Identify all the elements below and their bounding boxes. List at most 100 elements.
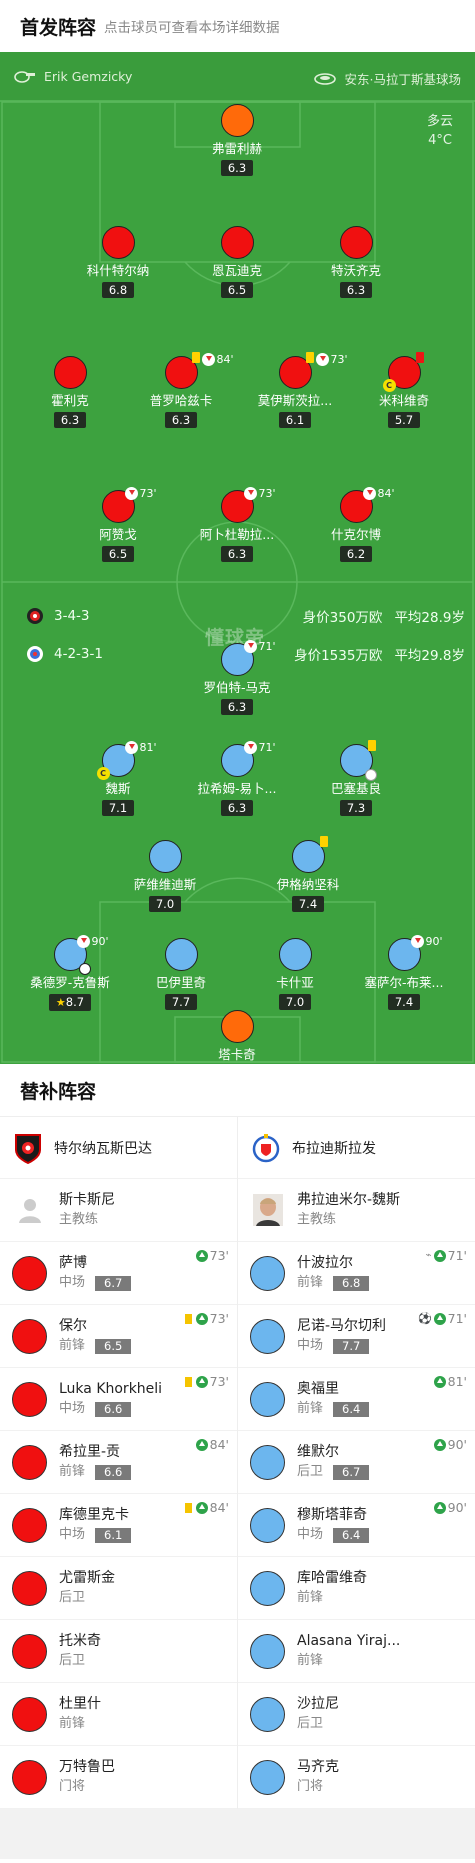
stadium-icon bbox=[313, 72, 336, 85]
player-name: 普罗哈兹卡 bbox=[149, 393, 213, 408]
player-rating: 7.4 bbox=[387, 994, 421, 1010]
bench-player-row[interactable]: 穆斯塔菲奇 中场 6.4 90' bbox=[238, 1494, 475, 1557]
referee-name: Erik Gemzicky bbox=[44, 69, 133, 84]
pitch-player[interactable]: 科什特尔纳 6.8 bbox=[63, 226, 173, 298]
coach-placeholder-icon bbox=[12, 1193, 47, 1228]
bench-player-row[interactable]: 什波拉尔 前锋 6.8 ⌁ 71' bbox=[238, 1242, 475, 1305]
bench-player-name: 奥福里 bbox=[297, 1381, 339, 1397]
sub-on-icon bbox=[433, 1312, 446, 1325]
pitch-player[interactable]: 81' C 魏斯 7.1 bbox=[63, 741, 173, 816]
sub-minute: 84' bbox=[216, 353, 234, 366]
home-age: 平均28.9岁 bbox=[394, 610, 465, 626]
pitch-player[interactable]: 73' 阿赞戈 6.5 bbox=[63, 487, 173, 562]
pitch-player[interactable]: 霍利克 6.3 bbox=[15, 356, 125, 428]
section-header: 首发阵容 点击球员可查看本场详细数据 bbox=[0, 0, 475, 52]
bench-player-row[interactable]: 库哈雷维奇 前锋 bbox=[238, 1557, 475, 1620]
away-bench-header[interactable]: 布拉迪斯拉发 bbox=[238, 1117, 475, 1179]
pitch-player[interactable]: 恩瓦迪克 6.5 bbox=[182, 226, 292, 298]
bench-title: 替补阵容 bbox=[0, 1064, 475, 1117]
pitch-player[interactable]: 特沃齐克 6.3 bbox=[301, 226, 411, 298]
away-coach-role: 主教练 bbox=[297, 1212, 337, 1227]
bench-player-row[interactable]: 希拉里-贡 前锋 6.6 84' bbox=[0, 1431, 237, 1494]
bench-player-name: 尤雷斯金 bbox=[59, 1570, 115, 1586]
pitch-player[interactable]: 伊格纳坚科 7.4 bbox=[253, 836, 363, 912]
pitch-player[interactable]: 萨维维迪斯 7.0 bbox=[110, 840, 220, 912]
player-name: 巴塞基良 bbox=[330, 781, 381, 796]
bench-player-row[interactable]: 马齐克 门将 bbox=[238, 1746, 475, 1809]
sub-off-marker: 73' bbox=[124, 487, 157, 500]
bench-player-position: 中场 bbox=[297, 1338, 324, 1353]
home-team-row: 3-4-3 身价350万欧 平均28.9岁 bbox=[0, 606, 475, 626]
player-rating: 7.3 bbox=[339, 800, 373, 816]
bench-player-row[interactable]: 万特鲁巴 门将 bbox=[0, 1746, 237, 1809]
sub-minute: 71' bbox=[258, 741, 276, 754]
bench-player-row[interactable]: 杜里什 前锋 bbox=[0, 1683, 237, 1746]
bench-player-name: Alasana Yiraj... bbox=[297, 1633, 401, 1649]
bench-events: 90' bbox=[433, 1437, 467, 1452]
player-marker bbox=[278, 938, 312, 971]
bench-player-row[interactable]: 沙拉尼 后卫 bbox=[238, 1683, 475, 1746]
bench-player-row[interactable]: 库德里克卡 中场 6.1 84' bbox=[0, 1494, 237, 1557]
pitch-player[interactable]: 71' 拉希姆-易卜... 6.3 bbox=[182, 741, 292, 816]
bench-player-row[interactable]: 萨博 中场 6.7 73' bbox=[0, 1242, 237, 1305]
player-rating: 6.3 bbox=[220, 160, 254, 176]
pitch-player[interactable]: 弗雷利赫 6.3 bbox=[182, 104, 292, 176]
bench-events: 90' bbox=[433, 1500, 467, 1515]
pitch-player[interactable]: 卡什亚 7.0 bbox=[240, 938, 350, 1010]
bench-events: ⚽ 71' bbox=[418, 1311, 467, 1326]
bench-player-row[interactable]: 奥福里 前锋 6.4 81' bbox=[238, 1368, 475, 1431]
sub-on-minute: 71' bbox=[447, 1248, 467, 1263]
sub-on-icon bbox=[195, 1375, 208, 1388]
bench-player-name: 杜里什 bbox=[59, 1696, 101, 1712]
bench-player-name: 什波拉尔 bbox=[297, 1255, 353, 1271]
player-marker: 81' C bbox=[96, 741, 157, 780]
bench-player-position: 中场 bbox=[59, 1527, 86, 1542]
bench-player-row[interactable]: 尤雷斯金 后卫 bbox=[0, 1557, 237, 1620]
player-marker bbox=[53, 356, 87, 389]
bench-events: 73' bbox=[184, 1374, 229, 1389]
player-marker bbox=[250, 1255, 285, 1291]
player-rating: 7.7 bbox=[164, 994, 198, 1010]
pitch-player[interactable]: 巴伊里奇 7.7 bbox=[126, 938, 236, 1010]
bench-player-row[interactable]: Luka Khorkheli 中场 6.6 73' bbox=[0, 1368, 237, 1431]
home-coach-row[interactable]: 斯卡斯尼 主教练 bbox=[0, 1179, 237, 1242]
venue: 安东·马拉丁斯基球场 bbox=[313, 69, 461, 88]
bench-player-rating: 6.7 bbox=[95, 1275, 132, 1291]
sub-off-marker: 84' bbox=[362, 487, 395, 500]
pitch-player[interactable]: 84' 普罗哈兹卡 6.3 bbox=[126, 352, 236, 428]
pitch-player[interactable]: 71' 罗伯特-马克 6.3 bbox=[182, 640, 292, 715]
pitch-player[interactable]: 90' 桑德罗-克鲁斯 ★8.7 bbox=[15, 935, 125, 1011]
sub-on-minute: 73' bbox=[209, 1248, 229, 1263]
bench: 特尔纳瓦斯巴达 斯卡斯尼 主教练 萨博 中场 6.7 73' 保尔 前锋 6.5 73' Luk… bbox=[0, 1117, 475, 1809]
pitch-player[interactable]: 巴塞基良 7.3 bbox=[301, 740, 411, 816]
bench-player-position: 前锋 bbox=[297, 1590, 324, 1605]
player-marker: 73' bbox=[101, 487, 157, 523]
bench-player-position: 中场 bbox=[59, 1401, 86, 1416]
bench-player-position: 后卫 bbox=[59, 1653, 86, 1668]
player-marker: 73' bbox=[220, 487, 276, 523]
bench-player-row[interactable]: 维默尔 后卫 6.7 90' bbox=[238, 1431, 475, 1494]
player-name: 卡什亚 bbox=[276, 975, 314, 990]
pitch-player[interactable]: C 米科维奇 5.7 bbox=[349, 352, 459, 428]
bench-player-position: 中场 bbox=[297, 1527, 324, 1542]
bench-player-row[interactable]: Alasana Yiraj... 前锋 bbox=[238, 1620, 475, 1683]
pitch-player[interactable]: 84' 什克尔博 6.2 bbox=[301, 487, 411, 562]
player-name: 塔卡奇 bbox=[218, 1047, 256, 1062]
player-marker bbox=[250, 1507, 285, 1543]
away-coach-row[interactable]: 弗拉迪米尔-魏斯 主教练 bbox=[238, 1179, 475, 1242]
bench-player-row[interactable]: 保尔 前锋 6.5 73' bbox=[0, 1305, 237, 1368]
pitch-player[interactable]: 73' 莫伊斯茨拉... 6.1 bbox=[240, 352, 350, 428]
bench-player-row[interactable]: 托米奇 后卫 bbox=[0, 1620, 237, 1683]
home-bench-header[interactable]: 特尔纳瓦斯巴达 bbox=[0, 1117, 237, 1179]
sub-minute: 73' bbox=[139, 487, 157, 500]
bench-player-row[interactable]: 尼诺-马尔切利 中场 7.7 ⚽ 71' bbox=[238, 1305, 475, 1368]
bench-events: 73' bbox=[195, 1248, 229, 1263]
pitch-player[interactable]: 73' 阿卜杜勒拉... 6.3 bbox=[182, 487, 292, 562]
pitch-player[interactable]: 90' 塞萨尔-布莱... 7.4 bbox=[349, 935, 459, 1010]
bench-player-position: 前锋 bbox=[59, 1338, 86, 1353]
pitch-player[interactable]: 塔卡奇6.9 bbox=[182, 1010, 292, 1064]
sub-minute: 90' bbox=[425, 935, 443, 948]
sub-off-marker: 90' bbox=[76, 935, 109, 948]
bench-player-position: 前锋 bbox=[59, 1464, 86, 1479]
sub-on-minute: 73' bbox=[209, 1311, 229, 1326]
